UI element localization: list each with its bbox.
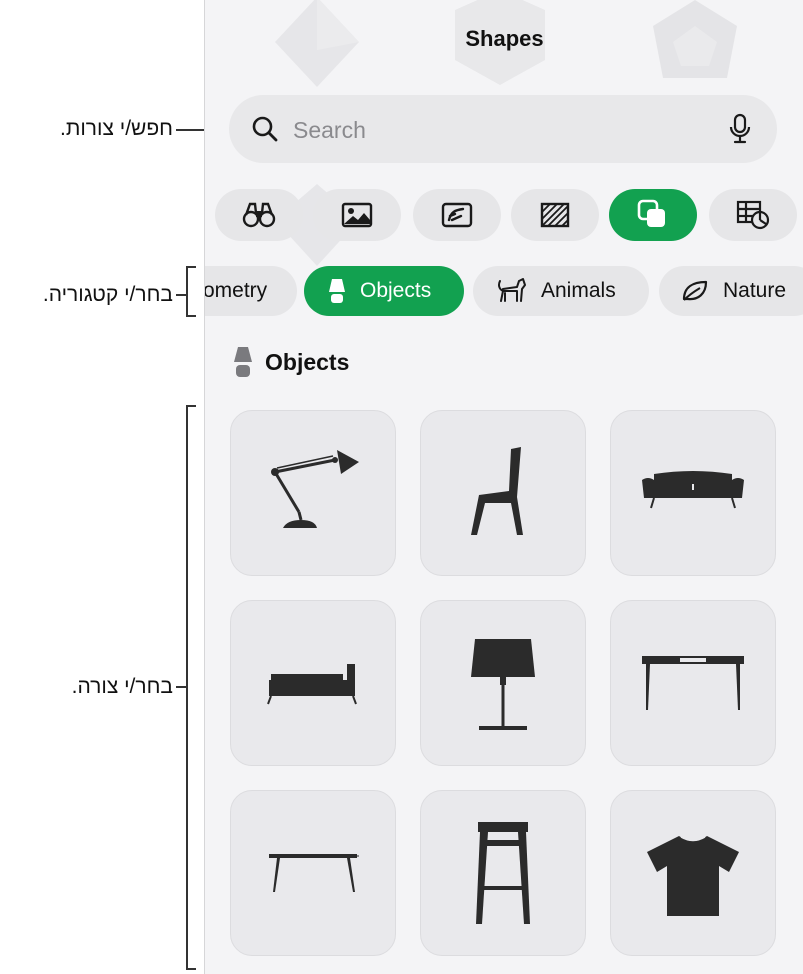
callout-shape-bracket: [186, 405, 188, 969]
lamp-icon: [234, 347, 252, 377]
shape-tile-chair[interactable]: [420, 410, 586, 576]
section-title: Objects: [265, 348, 350, 375]
callout-category-bracket-bottom: [186, 315, 196, 317]
table-chart-icon: [736, 200, 770, 230]
dog-icon: [498, 278, 526, 302]
shapes-icon: [637, 199, 665, 227]
photo-gallery-icon: [441, 202, 473, 228]
category-pill-geometry[interactable]: ometry: [204, 266, 297, 316]
section-header: Objects: [233, 346, 349, 378]
category-gallery-button[interactable]: [413, 189, 501, 241]
bar-stool-icon: [476, 822, 530, 924]
shape-tile-desk-lamp[interactable]: [230, 410, 396, 576]
category-pill-label: Objects: [360, 279, 432, 302]
desk-icon: [642, 656, 744, 710]
category-binoculars-button[interactable]: [215, 189, 303, 241]
category-pill-label: ometry: [204, 279, 268, 302]
callout-category: בחר/י קטגוריה.: [42, 283, 173, 306]
binoculars-icon: [242, 202, 276, 228]
shape-tile-table-lamp[interactable]: [420, 600, 586, 766]
shape-tile-bed[interactable]: [230, 600, 396, 766]
category-table-chart-button[interactable]: [709, 189, 797, 241]
shape-tile-sofa[interactable]: [610, 410, 776, 576]
panel-title: Shapes: [465, 26, 544, 51]
table-lamp-icon: [471, 639, 535, 730]
callout-category-bracket: [186, 266, 188, 316]
image-icon: [341, 202, 373, 228]
callout-category-line: [176, 294, 186, 296]
search-icon: [252, 116, 278, 142]
category-texture-button[interactable]: [511, 189, 599, 241]
bed-icon: [267, 664, 357, 705]
chair-icon: [471, 447, 523, 535]
category-pill-label: Nature: [723, 279, 787, 302]
callout-search: חפש/י צורות.: [60, 117, 173, 140]
callout-shape-bracket-bottom: [186, 968, 196, 970]
lamp-icon: [329, 279, 345, 303]
callout-shape-bracket-top: [186, 405, 196, 407]
sofa-icon: [642, 471, 744, 509]
category-image-button[interactable]: [313, 189, 401, 241]
category-pill-label: Animals: [541, 279, 616, 302]
coffee-table-icon: [269, 854, 359, 892]
category-pill-nature[interactable]: Nature: [659, 266, 803, 316]
category-shapes-button[interactable]: [609, 189, 697, 241]
leaf-icon: [682, 280, 708, 301]
microphone-icon[interactable]: [729, 113, 751, 145]
shape-tile-t-shirt[interactable]: [610, 790, 776, 956]
desk-lamp-icon: [271, 450, 359, 528]
callout-category-bracket-top: [186, 266, 196, 268]
texture-icon: [540, 202, 570, 228]
shape-tile-desk[interactable]: [610, 600, 776, 766]
search-input[interactable]: [291, 111, 715, 149]
category-pill-animals[interactable]: Animals: [473, 266, 649, 316]
shape-tile-bar-stool[interactable]: [420, 790, 586, 956]
t-shirt-icon: [647, 836, 739, 916]
shape-tile-coffee-table[interactable]: [230, 790, 396, 956]
search-bar[interactable]: [229, 95, 777, 163]
callout-shape-line: [176, 686, 186, 688]
shapes-panel: Shapes Search ometry Objects Animals Nat…: [204, 0, 803, 974]
callout-shape: בחר/י צורה.: [71, 675, 173, 698]
category-pill-objects[interactable]: Objects: [304, 266, 464, 316]
